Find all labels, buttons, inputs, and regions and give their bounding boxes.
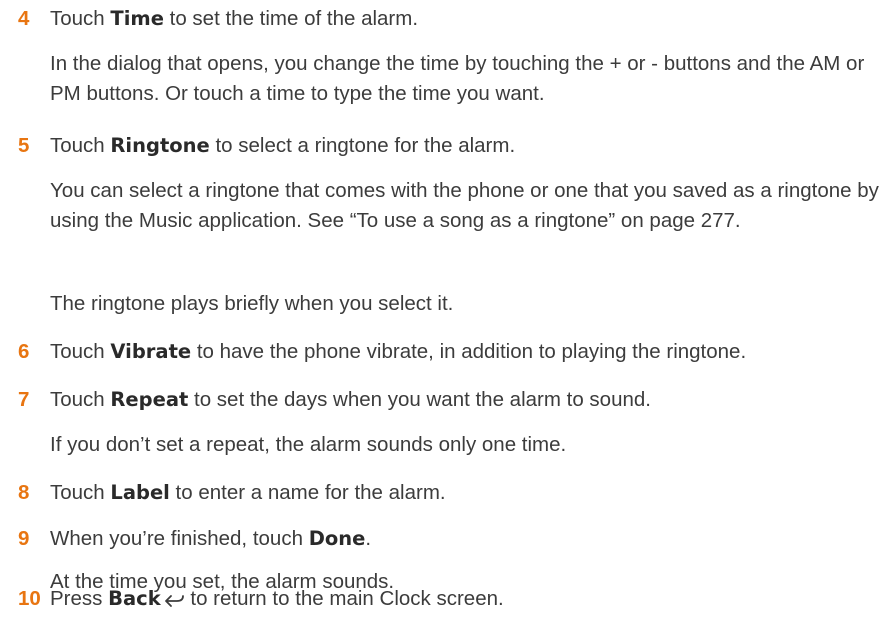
- ui-term: Ringtone: [110, 134, 210, 157]
- ui-term: Repeat: [110, 388, 189, 411]
- step-text: Touch: [50, 340, 111, 363]
- step-7-detail: If you don’t set a repeat, the alarm sou…: [50, 433, 567, 456]
- step-text: Touch: [50, 134, 111, 157]
- step-text: Touch: [50, 481, 111, 504]
- ui-term: Vibrate: [110, 340, 192, 363]
- ui-term: Time: [110, 7, 164, 30]
- step-text: Touch: [50, 388, 111, 411]
- step-instruction: Touch Ringtone to select a ringtone for …: [50, 131, 515, 161]
- step-instruction: Touch Label to enter a name for the alar…: [50, 478, 446, 508]
- step-text: When you’re finished, touch: [50, 527, 309, 550]
- step-text: to enter a name for the alarm.: [169, 481, 446, 504]
- step-number: 4: [18, 7, 30, 30]
- step-text: Touch: [50, 7, 111, 30]
- step-text: to have the phone vibrate, in addition t…: [191, 340, 747, 363]
- ui-term: Done: [308, 527, 366, 550]
- step-5-detail-2: The ringtone plays briefly when you sele…: [50, 292, 454, 315]
- step-text: to set the days when you want the alarm …: [188, 388, 651, 411]
- step-text: .: [365, 527, 372, 550]
- step-number: 8: [18, 481, 30, 504]
- step-text: Press: [50, 587, 109, 610]
- step-4-detail: In the dialog that opens, you change the…: [50, 52, 865, 105]
- step-number: 10: [18, 587, 41, 610]
- step-text: to return to the main Clock screen.: [184, 587, 504, 610]
- step-number: 6: [18, 340, 30, 363]
- ui-term: Label: [110, 481, 170, 504]
- step-instruction: Press Back to return to the main Clock s…: [50, 584, 504, 617]
- step-text: to set the time of the alarm.: [163, 7, 419, 30]
- step-5-detail: You can select a ringtone that comes wit…: [50, 179, 879, 232]
- step-instruction: Touch Repeat to set the days when you wa…: [50, 385, 651, 415]
- step-number: 9: [18, 527, 30, 550]
- back-arrow-icon: [163, 587, 185, 617]
- step-number: 7: [18, 388, 30, 411]
- ui-term: Back: [108, 587, 161, 610]
- step-instruction: When you’re finished, touch Done.: [50, 524, 371, 554]
- step-instruction: Touch Time to set the time of the alarm.: [50, 4, 418, 34]
- step-number: 5: [18, 134, 30, 157]
- step-instruction: Touch Vibrate to have the phone vibrate,…: [50, 337, 746, 367]
- step-text: to select a ringtone for the alarm.: [209, 134, 516, 157]
